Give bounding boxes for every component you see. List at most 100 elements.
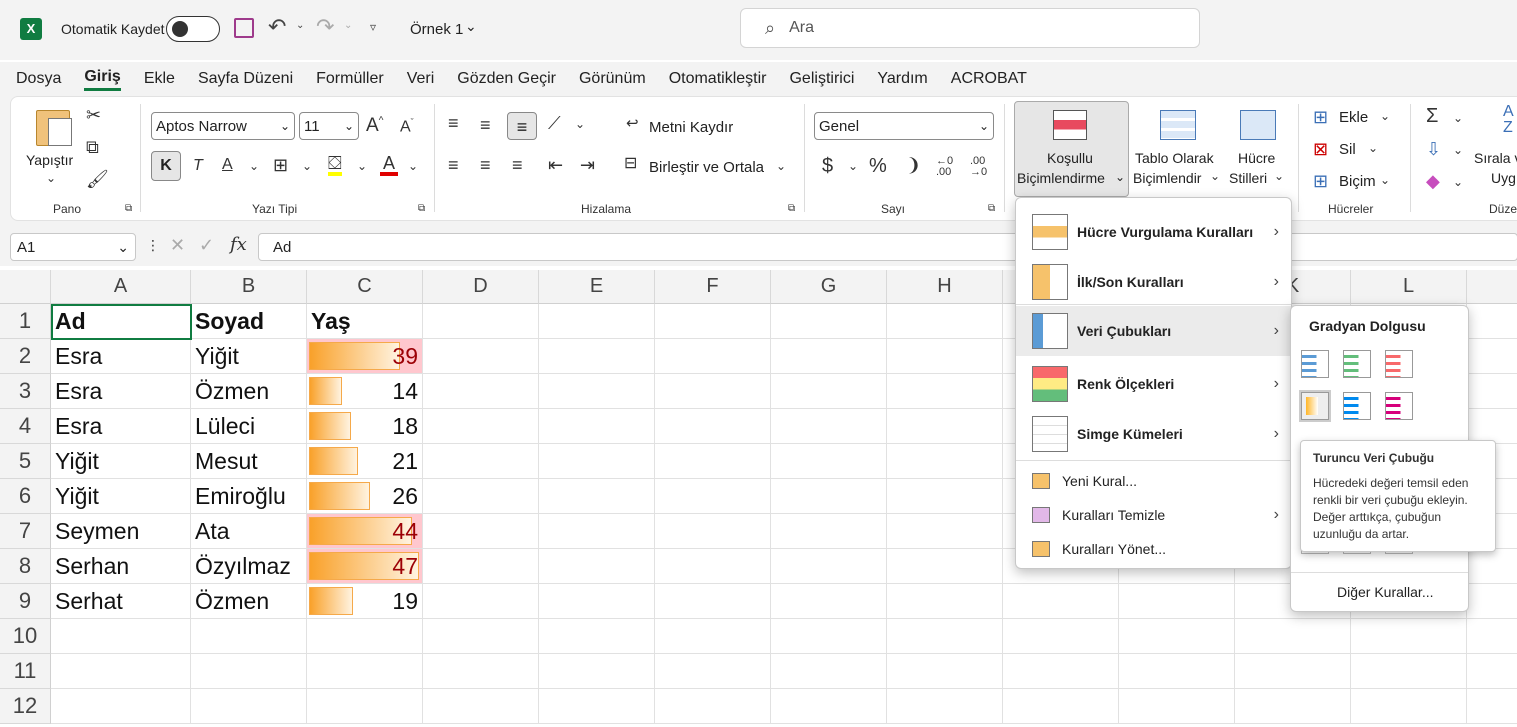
cell-ad[interactable]: Yiğit	[51, 479, 191, 514]
grid-cell[interactable]	[771, 584, 887, 619]
chevron-down-icon[interactable]: ⌄	[1453, 176, 1463, 188]
grid-cell[interactable]	[1351, 619, 1467, 654]
orientation-chevron-icon[interactable]: ⌄	[575, 118, 585, 130]
name-box[interactable]: A1 ⌄	[10, 233, 136, 261]
grid-cell[interactable]	[655, 444, 771, 479]
grid-cell[interactable]	[539, 654, 655, 689]
grid-cell[interactable]	[1003, 689, 1119, 724]
enter-icon[interactable]: ✓	[199, 236, 214, 254]
grow-font-icon[interactable]: A^	[366, 116, 383, 135]
grid-cell[interactable]	[655, 584, 771, 619]
grid-cell[interactable]	[423, 479, 539, 514]
data-bar-style-3[interactable]	[1385, 350, 1413, 378]
row-header[interactable]: 2	[0, 339, 51, 374]
grid-cell[interactable]	[1003, 619, 1119, 654]
grid-cell[interactable]	[887, 479, 1003, 514]
cancel-icon[interactable]: ✕	[170, 236, 185, 254]
borders-icon[interactable]: ⊞	[273, 156, 288, 174]
column-header[interactable]: D	[423, 270, 539, 304]
customize-toolbar-icon[interactable]: ▿	[370, 20, 376, 34]
grid-cell[interactable]	[655, 549, 771, 584]
grid-cell[interactable]	[655, 479, 771, 514]
grid-cell[interactable]	[539, 689, 655, 724]
table-header-cell[interactable]: Yaş	[307, 304, 423, 339]
cell-ad[interactable]: Serhat	[51, 584, 191, 619]
cell-soyad[interactable]: Özmen	[191, 584, 307, 619]
tab-1[interactable]: Giriş	[84, 68, 121, 91]
grid-cell[interactable]	[655, 514, 771, 549]
grid-cell[interactable]	[887, 584, 1003, 619]
cell-ad[interactable]: Esra	[51, 339, 191, 374]
align-middle-icon[interactable]: ≡	[480, 116, 491, 134]
font-color-chevron-icon[interactable]: ⌄	[408, 160, 418, 172]
grid-cell[interactable]	[1467, 549, 1517, 584]
redo-dropdown-icon[interactable]: ⌄	[344, 20, 352, 31]
grid-cell[interactable]	[191, 619, 307, 654]
decrease-indent-icon[interactable]: ⇤	[548, 156, 563, 174]
cell-yas[interactable]: 14	[307, 374, 423, 409]
column-header[interactable]: A	[51, 270, 191, 304]
undo-dropdown-icon[interactable]: ⌄	[296, 20, 304, 31]
grid-cell[interactable]	[423, 374, 539, 409]
grid-cell[interactable]	[423, 549, 539, 584]
underline-chevron-icon[interactable]: ⌄	[249, 160, 259, 172]
grid-cell[interactable]	[307, 689, 423, 724]
underline-button[interactable]: A	[222, 157, 233, 173]
more-options-icon[interactable]: ⋮	[146, 238, 160, 252]
cell-soyad[interactable]: Özyılmaz	[191, 549, 307, 584]
grid-cell[interactable]	[423, 514, 539, 549]
tab-8[interactable]: Otomatikleştir	[669, 70, 767, 88]
tab-2[interactable]: Ekle	[144, 70, 175, 88]
grid-cell[interactable]	[1235, 689, 1351, 724]
row-header[interactable]: 1	[0, 304, 51, 339]
tab-6[interactable]: Gözden Geçir	[457, 70, 556, 88]
grid-cell[interactable]	[1235, 619, 1351, 654]
chevron-down-icon[interactable]: ⌄	[1380, 110, 1390, 122]
grid-cell[interactable]	[1467, 304, 1517, 339]
grid-cell[interactable]	[655, 374, 771, 409]
column-header[interactable]: F	[655, 270, 771, 304]
grid-cell[interactable]	[887, 304, 1003, 339]
grid-cell[interactable]	[771, 549, 887, 584]
data-bar-style-5[interactable]	[1343, 392, 1371, 420]
borders-chevron-icon[interactable]: ⌄	[302, 160, 312, 172]
align-left-icon[interactable]: ≡	[448, 156, 459, 174]
select-all-corner[interactable]	[0, 270, 51, 304]
wrap-text-button[interactable]: Metni Kaydır	[649, 119, 733, 136]
grid-cell[interactable]	[1351, 654, 1467, 689]
menu-item-color-scales[interactable]: Renk Ölçekleri ›	[1016, 358, 1291, 410]
redo-icon[interactable]: ↷	[316, 14, 334, 40]
grid-cell[interactable]	[1467, 689, 1517, 724]
alignment-launcher-icon[interactable]: ⧉	[788, 204, 795, 214]
row-header[interactable]: 3	[0, 374, 51, 409]
align-bottom-icon[interactable]: ≡	[507, 112, 537, 140]
grid-cell[interactable]	[887, 339, 1003, 374]
clear-icon[interactable]: ◆	[1426, 172, 1440, 190]
data-bar-style-2[interactable]	[1343, 350, 1371, 378]
grid-cell[interactable]	[1467, 584, 1517, 619]
grid-cell[interactable]	[539, 339, 655, 374]
menu-item-new-rule[interactable]: Yeni Kural...	[1016, 464, 1291, 498]
grid-cell[interactable]	[191, 654, 307, 689]
cell-soyad[interactable]: Lüleci	[191, 409, 307, 444]
sort-filter-button-1[interactable]: Sırala v	[1474, 150, 1517, 166]
row-header[interactable]: 9	[0, 584, 51, 619]
grid-cell[interactable]	[51, 689, 191, 724]
grid-cell[interactable]	[887, 514, 1003, 549]
save-icon[interactable]	[234, 18, 254, 38]
formula-input[interactable]: Ad	[258, 233, 1517, 261]
grid-cell[interactable]	[1119, 584, 1235, 619]
grid-cell[interactable]	[1467, 339, 1517, 374]
column-header[interactable]: B	[191, 270, 307, 304]
data-bar-style-6[interactable]	[1385, 392, 1413, 420]
grid-cell[interactable]	[423, 584, 539, 619]
cell-yas[interactable]: 26	[307, 479, 423, 514]
tab-3[interactable]: Sayfa Düzeni	[198, 70, 293, 88]
tab-4[interactable]: Formüller	[316, 70, 384, 88]
currency-chevron-icon[interactable]: ⌄	[848, 160, 858, 172]
font-color-icon[interactable]: A	[380, 154, 399, 176]
cell-styles-button-2[interactable]: Stilleri	[1229, 170, 1267, 186]
row-header[interactable]: 10	[0, 619, 51, 654]
cell-ad[interactable]: Yiğit	[51, 444, 191, 479]
column-header[interactable]: H	[887, 270, 1003, 304]
